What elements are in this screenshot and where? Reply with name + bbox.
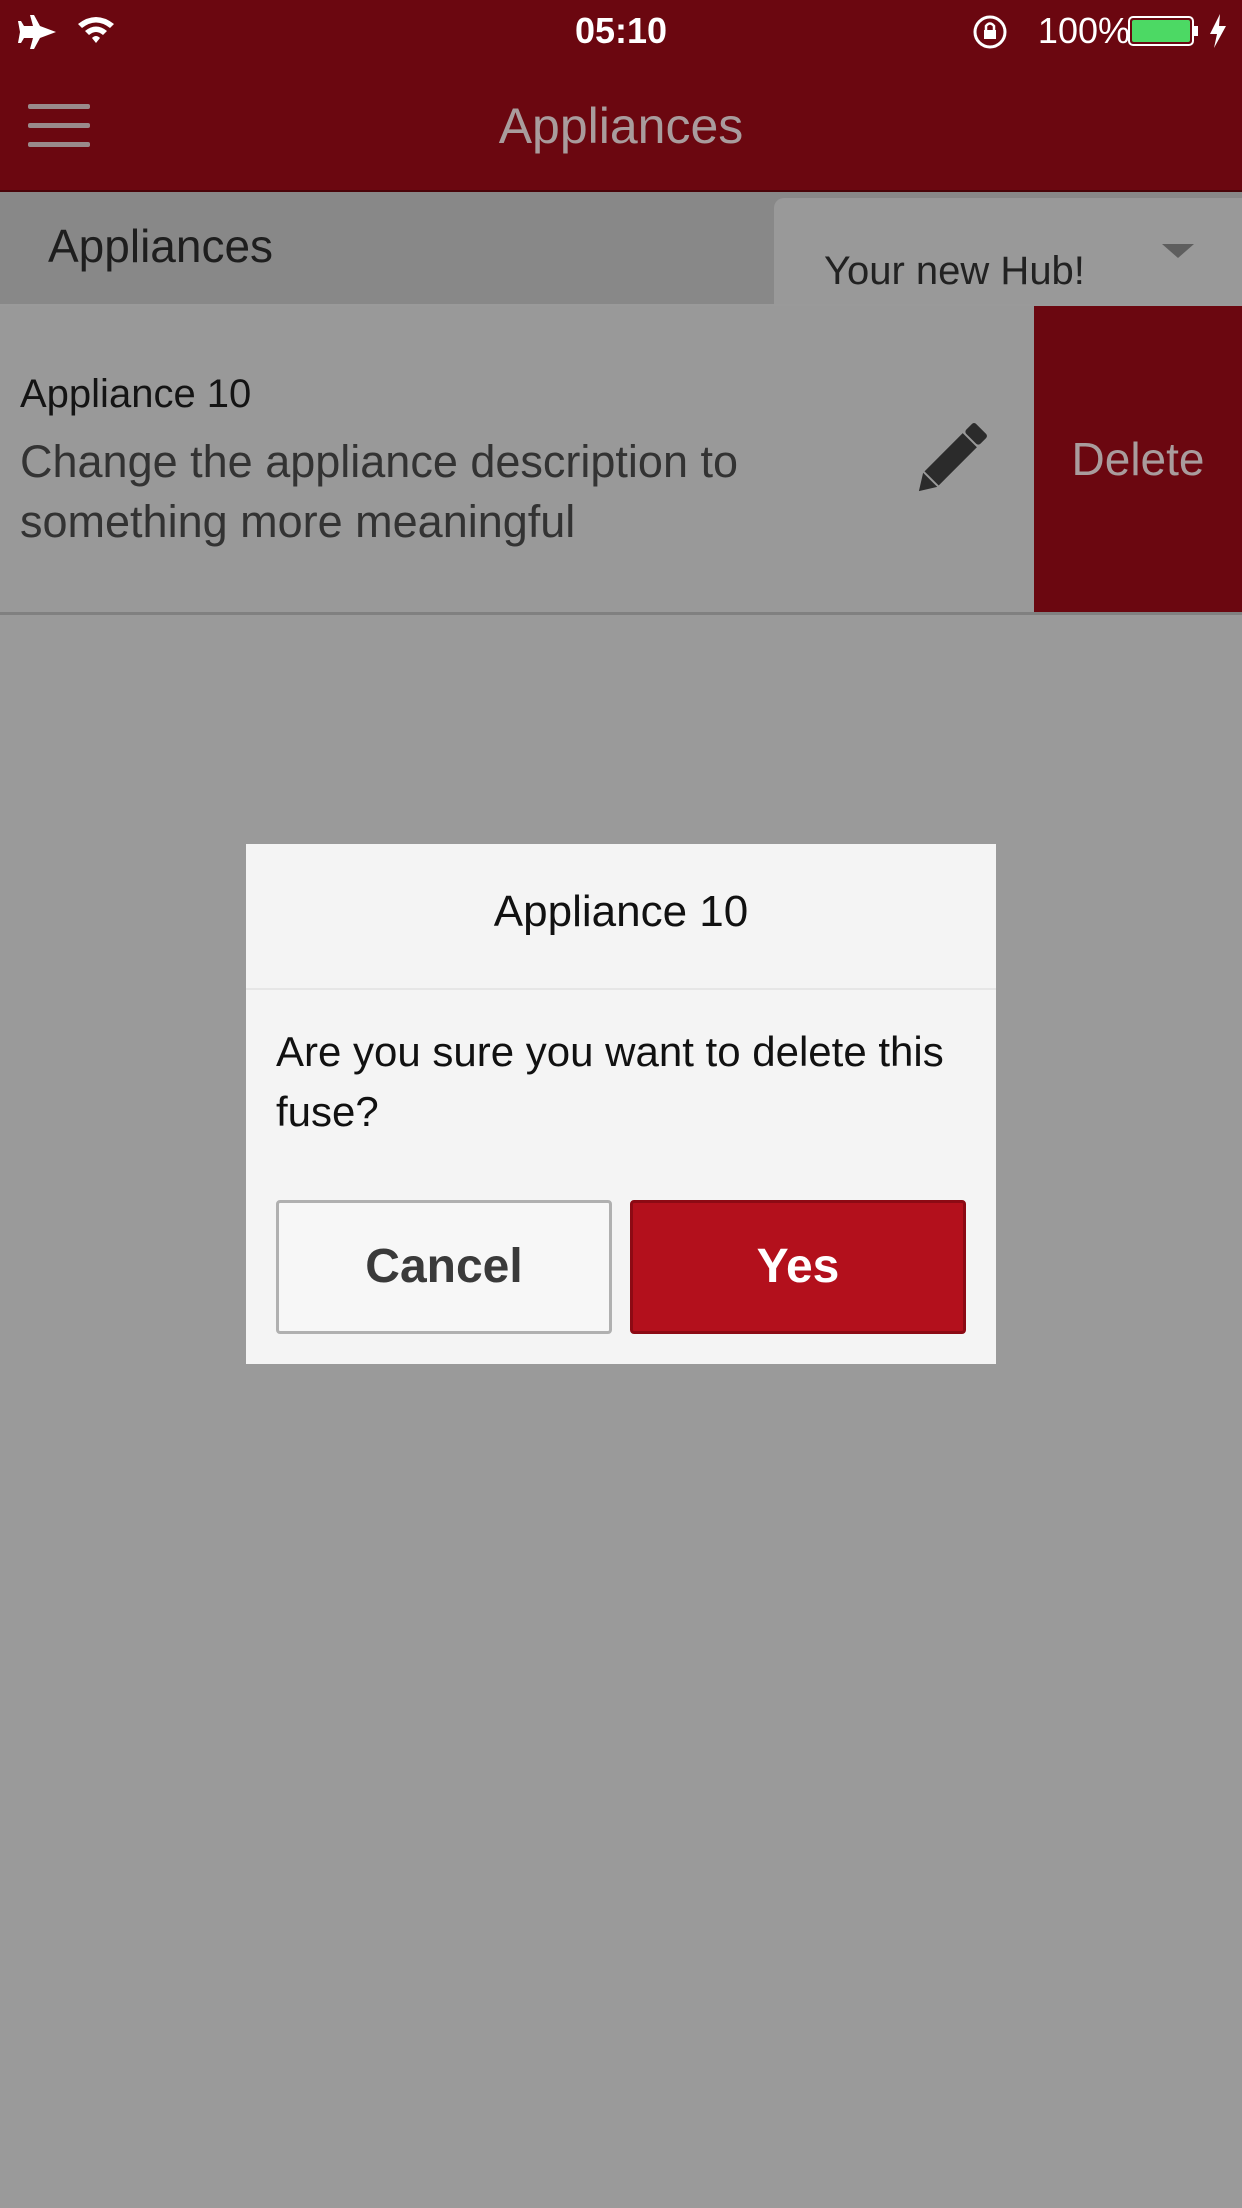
delete-label: Delete <box>1071 433 1205 485</box>
status-bar: 05:10 100% <box>0 0 1242 62</box>
cancel-button[interactable]: Cancel <box>276 1200 612 1334</box>
charging-bolt-icon <box>1210 14 1226 48</box>
app-screen: 05:10 100% Appliances Appliances Your ne… <box>0 0 1242 2208</box>
appliance-description: Change the appliance description to some… <box>20 436 739 547</box>
hub-select-dropdown[interactable]: Your new Hub! <box>774 198 1242 304</box>
dialog-divider <box>246 988 996 990</box>
rotation-lock-icon <box>973 15 1007 49</box>
dialog-title: Appliance 10 <box>493 887 749 936</box>
confirm-yes-button[interactable]: Yes <box>630 1200 966 1334</box>
delete-button[interactable]: Delete <box>1034 306 1242 612</box>
pencil-icon[interactable] <box>904 414 996 506</box>
hub-select-value: Your new Hub! <box>824 249 1085 293</box>
list-item[interactable]: Appliance 10 Change the appliance descri… <box>0 306 1242 615</box>
confirm-dialog: Appliance 10 Are you sure you want to de… <box>246 844 996 1364</box>
section-title: Appliances <box>48 220 274 272</box>
chevron-down-icon <box>1162 244 1194 258</box>
appliance-name: Appliance 10 <box>20 372 252 416</box>
nav-bar: Appliances <box>0 62 1242 192</box>
dialog-message: Are you sure you want to delete this fus… <box>276 1028 944 1135</box>
battery-icon <box>1128 16 1198 46</box>
battery-percent: 100% <box>1037 10 1130 51</box>
section-header: Appliances Your new Hub! <box>0 192 1242 304</box>
nav-title: Appliances <box>498 98 744 154</box>
